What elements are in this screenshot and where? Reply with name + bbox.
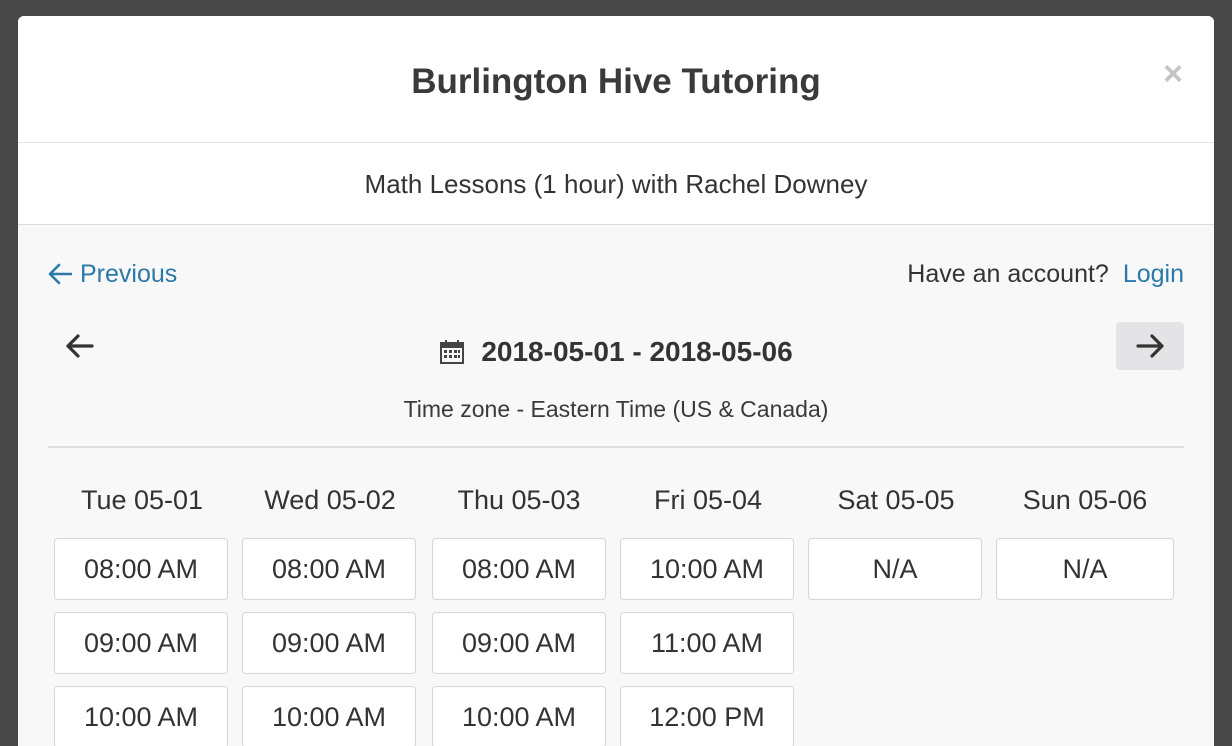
time-slot-button[interactable]: 08:00 AM (432, 538, 606, 600)
time-slot-button[interactable]: 09:00 AM (432, 612, 606, 674)
calendar-icon (440, 340, 465, 364)
arrow-right-icon (1136, 334, 1164, 358)
date-range-label: 2018-05-01 - 2018-05-06 (481, 336, 793, 367)
login-link[interactable]: Login (1123, 257, 1184, 291)
divider (48, 446, 1184, 448)
time-slot-button[interactable]: 09:00 AM (242, 612, 416, 674)
time-slot-button[interactable]: 12:00 PM (620, 686, 794, 746)
timezone-label: Time zone - Eastern Time (US & Canada) (403, 396, 829, 422)
close-icon[interactable]: × (1158, 56, 1188, 92)
modal-title: Burlington Hive Tutoring (411, 62, 821, 101)
account-prompt: Have an account? (907, 260, 1109, 288)
day-header: Sat 05-05 (837, 485, 955, 515)
booking-modal: Burlington Hive Tutoring × Math Lessons … (18, 16, 1214, 746)
time-slot-button[interactable]: 10:00 AM (54, 686, 228, 746)
time-slot-button[interactable]: 10:00 AM (242, 686, 416, 746)
time-slot-button[interactable]: 08:00 AM (54, 538, 228, 600)
date-range: 2018-05-01 - 2018-05-06 (18, 334, 1214, 370)
next-week-button[interactable] (1116, 322, 1184, 370)
previous-link-label: Previous (80, 260, 178, 288)
previous-link[interactable]: Previous (48, 257, 177, 291)
time-slot-button[interactable]: 10:00 AM (620, 538, 794, 600)
day-header: Thu 05-03 (457, 485, 581, 515)
day-header: Fri 05-04 (653, 485, 763, 515)
day-header: Tue 05-01 (80, 485, 204, 515)
arrow-left-icon (48, 263, 72, 285)
service-description: Math Lessons (1 hour) with Rachel Downey (364, 169, 868, 199)
unavailable-slot: N/A (996, 538, 1174, 600)
account-area: Have an account? Login (907, 257, 1184, 291)
unavailable-slot: N/A (808, 538, 982, 600)
time-slot-button[interactable]: 11:00 AM (620, 612, 794, 674)
time-slot-button[interactable]: 08:00 AM (242, 538, 416, 600)
service-subheader: Math Lessons (1 hour) with Rachel Downey (18, 143, 1214, 225)
modal-header: Burlington Hive Tutoring × (18, 16, 1214, 143)
time-slot-button[interactable]: 09:00 AM (54, 612, 228, 674)
time-slot-button[interactable]: 10:00 AM (432, 686, 606, 746)
day-header: Sun 05-06 (1022, 485, 1148, 515)
day-header: Wed 05-02 (264, 485, 396, 515)
